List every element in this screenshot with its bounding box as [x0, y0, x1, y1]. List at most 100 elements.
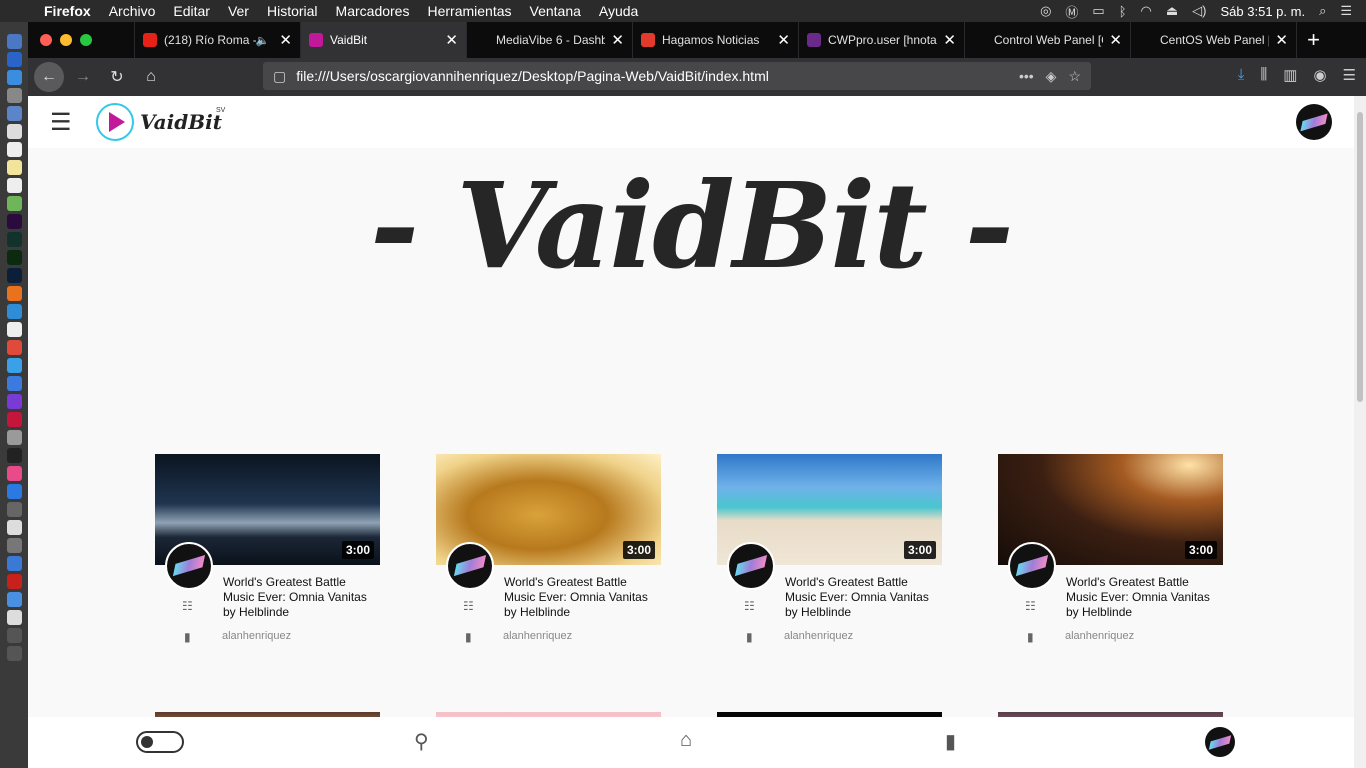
- search-icon[interactable]: ⚲: [414, 729, 429, 754]
- close-tab-icon[interactable]: ✕: [611, 31, 624, 49]
- new-tab-button[interactable]: +: [1296, 22, 1330, 58]
- library-icon[interactable]: ⫼: [1260, 66, 1267, 84]
- minimize-window-icon[interactable]: [60, 34, 72, 46]
- menu-icon[interactable]: ☰: [1343, 66, 1356, 84]
- bookmark-icon[interactable]: ▮: [184, 630, 191, 644]
- video-card[interactable]: 3:00 World's Greatest Battle Music Ever: …: [717, 454, 942, 644]
- menu-ventana[interactable]: Ventana: [521, 3, 590, 19]
- launchpad-icon[interactable]: [6, 52, 22, 67]
- home-button[interactable]: ⌂: [136, 62, 166, 92]
- app-store-icon[interactable]: [6, 484, 22, 499]
- playlist-icon[interactable]: ☷: [182, 599, 193, 613]
- channel-avatar[interactable]: [165, 542, 213, 590]
- photos-icon[interactable]: [6, 358, 22, 373]
- yelp-icon[interactable]: [6, 412, 22, 427]
- folder-icon[interactable]: [6, 592, 22, 607]
- tab-audio-icon[interactable]: 🔈: [256, 34, 270, 47]
- bookmark-star-icon[interactable]: ☆: [1068, 68, 1081, 85]
- bookmark-icon[interactable]: ▮: [465, 630, 472, 644]
- menu-herramientas[interactable]: Herramientas: [418, 3, 520, 19]
- maps-icon[interactable]: [6, 196, 22, 211]
- sync-icon[interactable]: [6, 430, 22, 445]
- forward-button[interactable]: →: [68, 62, 98, 92]
- site-logo[interactable]: VaidBit SV: [96, 103, 225, 141]
- theme-toggle[interactable]: [136, 731, 184, 753]
- sidebar-icon[interactable]: ▥: [1283, 66, 1297, 84]
- browser-tab[interactable]: CWPpro.user [hnota ✕: [798, 22, 964, 58]
- playlist-icon[interactable]: ☷: [463, 599, 474, 613]
- photoshop-icon[interactable]: [6, 268, 22, 283]
- channel-avatar[interactable]: [727, 542, 775, 590]
- channel-name[interactable]: alanhenriquez: [1065, 630, 1134, 642]
- close-tab-icon[interactable]: ✕: [445, 31, 458, 49]
- eject-icon[interactable]: ⏏: [1166, 3, 1178, 19]
- pocket-icon[interactable]: ◈: [1046, 68, 1057, 85]
- finder-icon[interactable]: [6, 34, 22, 49]
- video-title[interactable]: World's Greatest Battle Music Ever: Omni…: [223, 575, 373, 620]
- zoom-window-icon[interactable]: [80, 34, 92, 46]
- playlist-icon[interactable]: ☷: [1025, 599, 1036, 613]
- menu-ver[interactable]: Ver: [219, 3, 258, 19]
- close-tab-icon[interactable]: ✕: [1275, 31, 1288, 49]
- downloads-icon[interactable]: [6, 628, 22, 643]
- close-tab-icon[interactable]: ✕: [279, 31, 292, 49]
- channel-name[interactable]: alanhenriquez: [503, 630, 572, 642]
- notification-center-icon[interactable]: ☰: [1340, 3, 1352, 19]
- downloads-icon[interactable]: ⤓: [1238, 66, 1245, 84]
- browser-tab[interactable]: VaidBit ✕: [300, 22, 466, 58]
- close-tab-icon[interactable]: ✕: [1109, 31, 1122, 49]
- browser-tab[interactable]: (218) Río Roma - 🔈 ✕: [134, 22, 300, 58]
- preview-icon[interactable]: [6, 106, 22, 121]
- menu-historial[interactable]: Historial: [258, 3, 327, 19]
- channel-avatar[interactable]: [446, 542, 494, 590]
- gmail-icon[interactable]: Ⓜ: [1065, 2, 1078, 21]
- trash-icon[interactable]: [6, 646, 22, 661]
- close-tab-icon[interactable]: ✕: [777, 31, 790, 49]
- close-window-icon[interactable]: [40, 34, 52, 46]
- calendar-icon[interactable]: [6, 142, 22, 157]
- user-avatar[interactable]: [1296, 104, 1332, 140]
- app-menu[interactable]: Firefox: [40, 3, 100, 19]
- terminal-icon[interactable]: [6, 448, 22, 463]
- back-button[interactable]: ←: [34, 62, 64, 92]
- contacts-icon[interactable]: [6, 124, 22, 139]
- dreamweaver-icon[interactable]: [6, 250, 22, 265]
- video-title[interactable]: World's Greatest Battle Music Ever: Omni…: [504, 575, 654, 620]
- clock[interactable]: Sáb 3:51 p. m.: [1221, 4, 1306, 19]
- scrollbar-thumb[interactable]: [1357, 112, 1363, 402]
- utility-icon[interactable]: [6, 520, 22, 535]
- page-scrollbar[interactable]: [1354, 96, 1366, 768]
- url-text[interactable]: file:///Users/oscargiovannihenriquez/Des…: [296, 68, 1019, 84]
- creative-cloud-icon[interactable]: ◎: [1040, 3, 1051, 19]
- itunes-icon[interactable]: [6, 466, 22, 481]
- notes-icon[interactable]: [6, 160, 22, 175]
- page-actions-icon[interactable]: •••: [1019, 68, 1034, 85]
- menu-marcadores[interactable]: Marcadores: [327, 3, 419, 19]
- wifi-icon[interactable]: ◠: [1141, 3, 1152, 19]
- audition-icon[interactable]: [6, 232, 22, 247]
- menu-editar[interactable]: Editar: [164, 3, 219, 19]
- safari-icon[interactable]: [6, 70, 22, 85]
- airplay-icon[interactable]: ▭: [1092, 3, 1104, 19]
- teamviewer-icon[interactable]: [6, 304, 22, 319]
- browser-tab[interactable]: Control Web Panel [CWP ✕: [964, 22, 1130, 58]
- playlist-icon[interactable]: ☷: [744, 599, 755, 613]
- home-icon[interactable]: ⌂: [680, 729, 692, 752]
- textedit-icon[interactable]: [6, 322, 22, 337]
- rocket-icon[interactable]: [6, 88, 22, 103]
- messages-icon[interactable]: [6, 376, 22, 391]
- premiere-icon[interactable]: [6, 214, 22, 229]
- help-icon[interactable]: [6, 538, 22, 553]
- firefox-icon[interactable]: [6, 286, 22, 301]
- channel-name[interactable]: alanhenriquez: [222, 630, 291, 642]
- browser-tab[interactable]: CentOS Web Panel [CWP ✕: [1130, 22, 1296, 58]
- chrome-icon[interactable]: [6, 340, 22, 355]
- spotlight-search-icon[interactable]: ⌕: [1319, 3, 1326, 19]
- reminders-icon[interactable]: [6, 178, 22, 193]
- profile-avatar[interactable]: [1205, 727, 1235, 757]
- hamburger-menu-icon[interactable]: ☰: [50, 108, 74, 137]
- menu-archivo[interactable]: Archivo: [100, 3, 165, 19]
- video-card[interactable]: 3:00 World's Greatest Battle Music Ever: …: [155, 454, 380, 644]
- documents-icon[interactable]: [6, 610, 22, 625]
- xcode-icon[interactable]: [6, 556, 22, 571]
